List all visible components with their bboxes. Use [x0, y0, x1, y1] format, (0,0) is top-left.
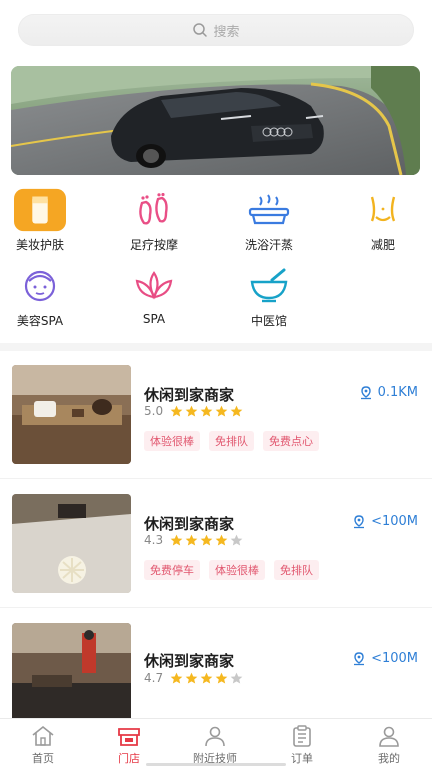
category-label: 中医馆 [250, 314, 287, 328]
location-pin-icon [354, 651, 365, 665]
shop-tag: 体验很棒 [144, 431, 200, 451]
face-spa-icon [14, 264, 66, 308]
order-icon [259, 723, 345, 749]
star-icon [215, 534, 228, 545]
shop-tag: 体验很棒 [209, 560, 265, 580]
shop-rating: 5.0 [144, 404, 245, 418]
search-icon [193, 23, 208, 37]
shop-card[interactable]: 休闲到家商家 <100M 4.3 免费停车 体验很棒 免排队 [0, 480, 432, 608]
shop-name: 休闲到家商家 [144, 386, 235, 404]
mortar-icon [243, 264, 295, 308]
home-indicator [146, 763, 286, 766]
star-icon [185, 534, 198, 545]
section-divider [0, 343, 432, 351]
search-placeholder: 搜索 [213, 24, 240, 40]
distance-value: 0.1KM [377, 385, 418, 400]
star-icon [185, 405, 198, 416]
search-input[interactable]: 搜索 [18, 14, 414, 46]
star-icon [230, 405, 243, 416]
shop-tag: 免排队 [209, 431, 254, 451]
location-pin-icon [360, 385, 371, 399]
foot-massage-icon [128, 188, 180, 232]
star-icon [215, 672, 228, 683]
tab-store[interactable]: 门店 [86, 723, 172, 766]
slimming-icon [357, 188, 409, 232]
lotus-icon [128, 264, 180, 308]
search-bar-area: 搜索 [0, 0, 432, 60]
store-icon [86, 723, 172, 749]
category-slimming[interactable]: 减肥 [343, 188, 423, 253]
star-icon [170, 534, 183, 545]
category-label: 足疗按摩 [129, 238, 178, 252]
rating-score: 4.3 [144, 533, 164, 547]
star-icon [185, 672, 198, 683]
star-empty-icon [230, 672, 243, 683]
home-icon [0, 723, 86, 749]
tab-label: 我的 [378, 752, 400, 765]
banner-car-image [11, 66, 420, 175]
shop-image [12, 623, 131, 722]
cosmetics-icon [14, 188, 66, 232]
shop-tag: 免排队 [274, 560, 319, 580]
star-icon [215, 405, 228, 416]
shop-distance: 0.1KM [359, 385, 418, 400]
rating-score: 4.7 [144, 671, 164, 685]
shop-tags: 体验很棒 免排队 免费点心 [144, 431, 328, 451]
category-label: 美妆护肤 [15, 238, 64, 252]
shop-distance: <100M [352, 651, 418, 666]
shop-card[interactable]: 休闲到家商家 0.1KM 5.0 体验很棒 免排队 免费点心 [0, 351, 432, 479]
rating-score: 5.0 [144, 404, 164, 418]
shop-image [12, 365, 131, 464]
shop-image [12, 494, 131, 593]
category-tcm[interactable]: 中医馆 [229, 264, 309, 329]
category-foot-massage[interactable]: 足疗按摩 [114, 188, 194, 253]
category-label: 美容SPA [16, 314, 64, 328]
star-icon [200, 534, 213, 545]
star-icon [170, 672, 183, 683]
shop-name: 休闲到家商家 [144, 515, 235, 533]
shop-tag: 免费点心 [263, 431, 319, 451]
category-face-spa[interactable]: 美容SPA [0, 264, 80, 329]
category-label: SPA [142, 312, 166, 326]
distance-value: <100M [371, 514, 418, 529]
shop-rating: 4.3 [144, 533, 245, 547]
bath-icon [243, 188, 295, 232]
shop-name: 休闲到家商家 [144, 652, 235, 670]
technician-icon [172, 723, 258, 749]
tab-home[interactable]: 首页 [0, 723, 86, 766]
category-label: 洗浴汗蒸 [244, 238, 293, 252]
category-label: 减肥 [370, 238, 395, 252]
tab-label: 首页 [32, 752, 54, 765]
star-empty-icon [230, 534, 243, 545]
tab-orders[interactable]: 订单 [259, 723, 345, 766]
bottom-tab-bar: 首页 门店 附近技师 订单 我的 [0, 718, 432, 768]
category-cosmetics[interactable]: 美妆护肤 [0, 188, 80, 253]
tab-nearby-technician[interactable]: 附近技师 [172, 723, 258, 766]
category-spa[interactable]: SPA [114, 264, 194, 326]
star-icon [200, 672, 213, 683]
category-grid: 美妆护肤 足疗按摩 洗浴汗蒸 减肥 美容SPA SPA 中医馆 [0, 182, 432, 340]
shop-rating: 4.7 [144, 671, 245, 685]
profile-icon [346, 723, 432, 749]
promo-banner[interactable] [11, 66, 420, 175]
category-bath[interactable]: 洗浴汗蒸 [229, 188, 309, 253]
shop-tags: 免费停车 体验很棒 免排队 [144, 560, 328, 580]
distance-value: <100M [371, 651, 418, 666]
star-icon [170, 405, 183, 416]
shop-distance: <100M [352, 514, 418, 529]
tab-profile[interactable]: 我的 [346, 723, 432, 766]
shop-tag: 免费停车 [144, 560, 200, 580]
star-icon [200, 405, 213, 416]
location-pin-icon [354, 514, 365, 528]
